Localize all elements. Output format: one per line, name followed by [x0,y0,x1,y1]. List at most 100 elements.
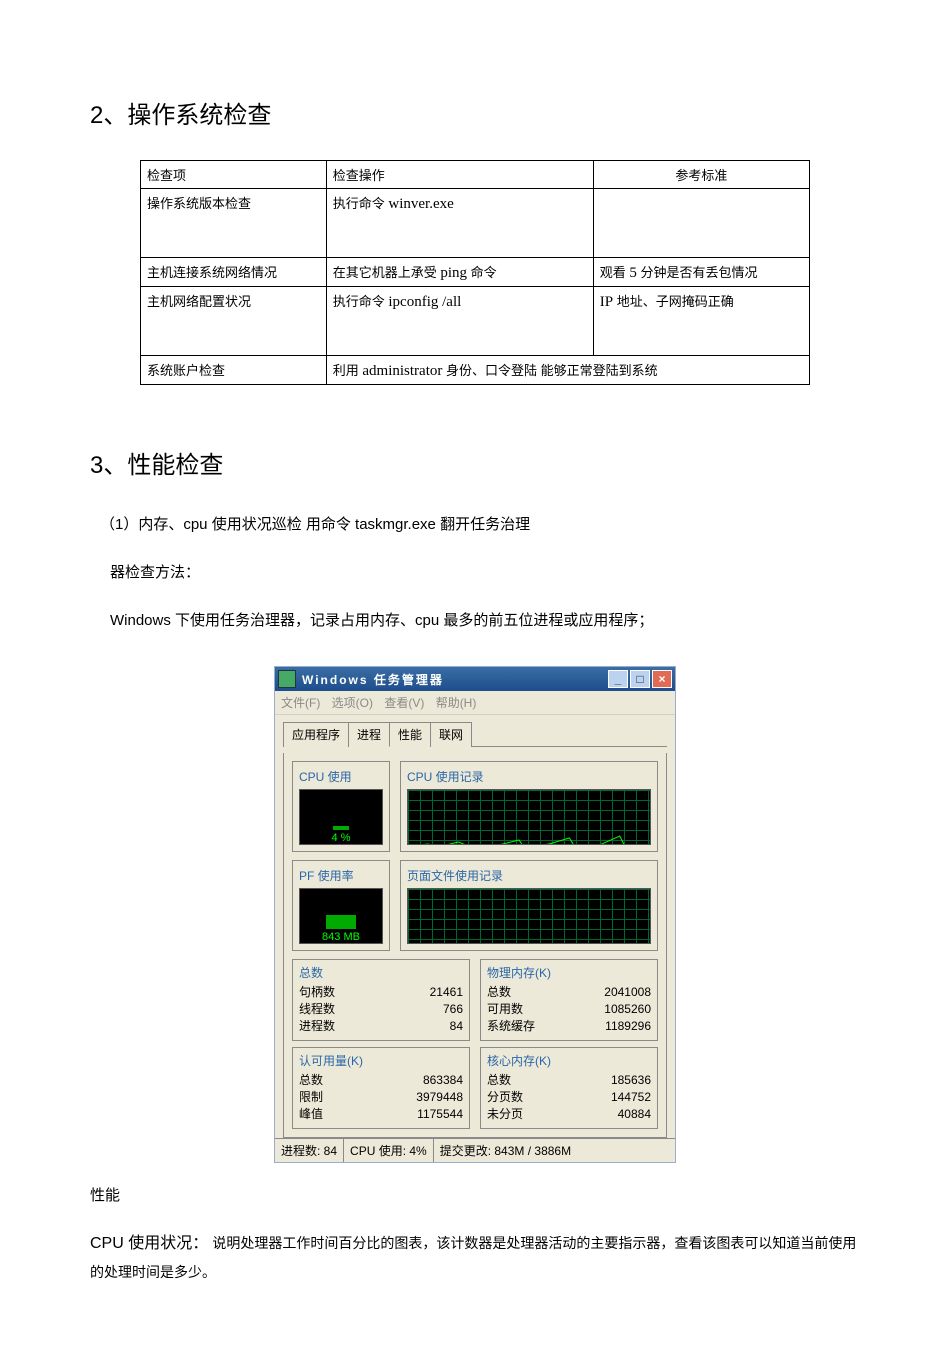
tab-strip: 应用程序 进程 性能 联网 [283,721,667,747]
table-cell: 主机网络配置状况 [141,287,327,356]
pf-usage-meter: 843 MB [299,888,383,944]
stat-value: 84 [384,1017,463,1034]
app-icon [278,670,296,688]
cpu-history-chart [407,789,651,845]
table-cell: 执行命令 ipconfig /all [326,287,593,356]
stat-label: 峰值 [299,1105,355,1122]
paragraph: （1）内存、cpu 使用状况巡检 用命令 taskmgr.exe 翻开任务治理 [90,510,860,540]
paragraph: 器检查方法： [90,558,860,588]
stat-value: 1189296 [570,1017,651,1034]
text: 分钟是否有丢包情况 [637,265,758,280]
stat-label: 总数 [299,1071,355,1088]
stat-value: 144752 [565,1088,651,1105]
menu-options[interactable]: 选项(O) [332,696,373,710]
performance-label: 性能 [90,1181,860,1211]
table-cell: 主机连接系统网络情况 [141,258,327,287]
tab-performance[interactable]: 性能 [389,722,431,747]
th-op: 检查操作 [326,161,593,189]
close-button[interactable]: × [652,670,672,688]
pf-usage-value: 843 MB [306,929,376,943]
stat-label: 进程数 [299,1017,384,1034]
kernel-title: 核心内存(K) [487,1052,651,1069]
stat-label: 句柄数 [299,983,384,1000]
physical-memory-box: 物理内存(K) 总数2041008 可用数1085260 系统缓存1189296 [480,959,658,1041]
pf-history-chart [407,888,651,944]
paragraph: Windows 下使用任务治理器，记录占用内存、cpu 最多的前五位进程或应用程… [90,606,860,636]
totals-box: 总数 句柄数21461 线程数766 进程数84 [292,959,470,1041]
stat-label: 系统缓存 [487,1017,570,1034]
menu-view[interactable]: 查看(V) [384,696,424,710]
table-cell: 在其它机器上承受 ping 命令 [326,258,593,287]
status-commit: 提交更改: 843M / 3886M [434,1139,675,1162]
text: 执行命令 [333,294,389,309]
kernel-memory-box: 核心内存(K) 总数185636 分页数144752 未分页40884 [480,1047,658,1129]
cpu-usage-label: CPU 使用 [299,768,383,785]
th-item: 检查项 [141,161,327,189]
physmem-title: 物理内存(K) [487,964,651,981]
window-title: Windows 任务管理器 [302,671,608,688]
text: 在其它机器上承受 [333,265,441,280]
text: 地址、子网掩码正确 [613,294,734,309]
stat-value: 1085260 [570,1000,651,1017]
commit-charge-box: 认可用量(K) 总数863384 限制3979448 峰值1175544 [292,1047,470,1129]
cmd-text: administrator [362,363,442,379]
cpu-usage-box: CPU 使用 4 % [292,761,390,852]
cpu-history-box: CPU 使用记录 [400,761,658,852]
stat-label: 线程数 [299,1000,384,1017]
totals-title: 总数 [299,964,463,981]
document-page: 2、操作系统检查 检查项 检查操作 参考标准 操作系统版本检查 执行命令 win… [0,0,950,1346]
minimize-button[interactable]: _ [608,670,628,688]
cmd-text: ipconfig /all [388,294,461,310]
commit-title: 认可用量(K) [299,1052,463,1069]
stat-label: 分页数 [487,1088,565,1105]
maximize-button[interactable]: □ [630,670,650,688]
menu-file[interactable]: 文件(F) [281,696,320,710]
table-cell: IP 地址、子网掩码正确 [593,287,809,356]
text: 命令 [467,265,497,280]
menu-help[interactable]: 帮助(H) [436,696,477,710]
stat-value: 185636 [565,1071,651,1088]
statusbar: 进程数: 84 CPU 使用: 4% 提交更改: 843M / 3886M [275,1138,675,1162]
table-cell: 观看 5 分钟是否有丢包情况 [593,258,809,287]
pf-usage-box: PF 使用率 843 MB [292,860,390,951]
th-std: 参考标准 [593,161,809,189]
cpu-usage-meter: 4 % [299,789,383,845]
stat-label: 限制 [299,1088,355,1105]
stat-label: 可用数 [487,1000,570,1017]
stat-value: 863384 [355,1071,463,1088]
text: 利用 [333,363,363,378]
text: CPU 使用状况： [90,1235,208,1252]
menubar: 文件(F) 选项(O) 查看(V) 帮助(H) [275,691,675,715]
os-check-table: 检查项 检查操作 参考标准 操作系统版本检查 执行命令 winver.exe 主… [140,160,810,385]
section-3-title: 3、性能检查 [90,445,860,480]
stat-value: 2041008 [570,983,651,1000]
tab-networking[interactable]: 联网 [430,722,472,747]
table-cell: 系统账户检查 [141,356,327,385]
performance-panel: CPU 使用 4 % CPU 使用记录 [283,753,667,1138]
tab-applications[interactable]: 应用程序 [283,722,349,747]
tab-processes[interactable]: 进程 [348,722,390,747]
text: 执行命令 [333,196,389,211]
stat-value: 766 [384,1000,463,1017]
stat-value: 1175544 [355,1105,463,1122]
pf-usage-label: PF 使用率 [299,867,383,884]
text: 观看 [600,265,630,280]
text: IP [600,294,613,310]
text: 5 [629,265,637,281]
stat-label: 总数 [487,1071,565,1088]
table-cell: 执行命令 winver.exe [326,189,593,258]
pf-history-label: 页面文件使用记录 [407,867,651,884]
pf-history-box: 页面文件使用记录 [400,860,658,951]
cpu-description: CPU 使用状况： 说明处理器工作时间百分比的图表，该计数器是处理器活动的主要指… [90,1229,860,1288]
stat-label: 总数 [487,983,570,1000]
status-cpu: CPU 使用: 4% [344,1139,434,1162]
task-manager-window: Windows 任务管理器 _ □ × 文件(F) 选项(O) 查看(V) 帮助… [274,666,676,1163]
text: 身份、口令登陆 能够正常登陆到系统 [442,363,657,378]
cmd-text: ping [440,265,467,281]
stat-label: 未分页 [487,1105,565,1122]
titlebar: Windows 任务管理器 _ □ × [275,667,675,691]
table-cell: 利用 administrator 身份、口令登陆 能够正常登陆到系统 [326,356,809,385]
cpu-usage-value: 4 % [306,830,376,844]
cpu-history-label: CPU 使用记录 [407,768,651,785]
status-processes: 进程数: 84 [275,1139,344,1162]
